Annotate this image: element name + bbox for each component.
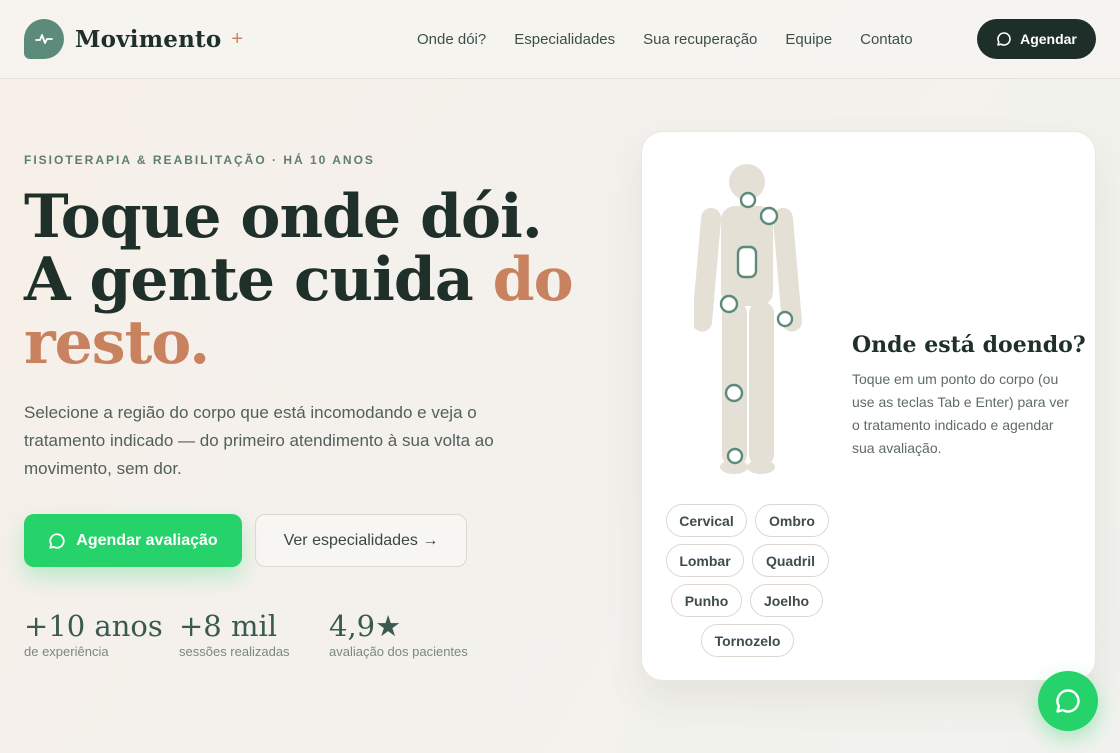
main-nav: Onde dói? Especialidades Sua recuperação…: [417, 31, 941, 48]
pulse-icon: [24, 19, 64, 59]
stat-experiencia: +10 anos de experiência: [24, 608, 163, 659]
stat-label: avaliação dos pacientes: [329, 644, 468, 659]
nav-equipe[interactable]: Equipe: [785, 31, 832, 48]
chat-bubble-icon: [997, 32, 1011, 46]
stat-sessoes: +8 mil sessões realizadas: [179, 608, 290, 659]
point-cervical[interactable]: [739, 191, 757, 209]
stat-label: de experiência: [24, 644, 109, 659]
brand-name: Movimento: [75, 25, 222, 53]
agendar-avaliacao-label: Agendar avaliação: [76, 531, 218, 549]
chat-bubble-icon: [49, 532, 65, 549]
stat-avaliacao: 4,9★ avaliação dos pacientes: [329, 608, 468, 659]
chip-quadril[interactable]: Quadril: [752, 544, 829, 577]
hero-title-line2: A gente cuida: [24, 245, 493, 315]
chip-joelho[interactable]: Joelho: [750, 584, 823, 617]
hero-lead: Selecione a região do corpo que está inc…: [24, 403, 494, 478]
point-lombar[interactable]: [736, 245, 758, 279]
hero-title-line1: Toque onde dói.: [24, 182, 543, 252]
chip-punho[interactable]: Punho: [671, 584, 742, 617]
hero-title: Toque onde dói. A gente cuida do resto.: [24, 186, 584, 375]
brand-plus: +: [231, 27, 244, 50]
site-header: Movimento + Onde dói? Especialidades Sua…: [0, 0, 1120, 79]
chat-bubble-icon: [1056, 689, 1080, 713]
stat-value: +10 anos: [24, 609, 163, 643]
hero-eyebrow: FISIOTERAPIA & REABILITAÇÃO · HÁ 10 ANOS: [24, 153, 375, 167]
chip-lombar[interactable]: Lombar: [666, 544, 744, 577]
card-title: Onde está doendo?: [852, 332, 1086, 358]
chip-ombro[interactable]: Ombro: [755, 504, 829, 537]
nav-sua-recuperacao[interactable]: Sua recuperação: [643, 31, 757, 48]
chip-tornozelo[interactable]: Tornozelo: [701, 624, 794, 657]
stat-value: 4,9★: [329, 609, 402, 643]
nav-onde-doi[interactable]: Onde dói?: [417, 31, 486, 48]
point-joelho[interactable]: [724, 383, 744, 403]
point-ombro[interactable]: [759, 206, 779, 226]
chip-cervical[interactable]: Cervical: [666, 504, 747, 537]
stat-value: +8 mil: [179, 609, 278, 643]
brand-logo[interactable]: Movimento +: [24, 19, 243, 59]
card-text: Toque em um ponto do corpo (ou use as te…: [852, 371, 1069, 456]
ver-especialidades-button[interactable]: Ver especialidades →: [255, 514, 467, 567]
point-tornozelo[interactable]: [726, 447, 744, 465]
body-map-card: Onde está doendo? Toque em um ponto do c…: [641, 131, 1096, 681]
point-punho[interactable]: [776, 310, 794, 328]
stat-label: sessões realizadas: [179, 644, 290, 659]
point-quadril[interactable]: [719, 294, 739, 314]
body-figure: [694, 164, 802, 474]
whatsapp-chat-button[interactable]: [1038, 671, 1098, 731]
header-agendar-button[interactable]: Agendar: [977, 19, 1096, 59]
nav-contato[interactable]: Contato: [860, 31, 913, 48]
agendar-avaliacao-button[interactable]: Agendar avaliação: [24, 514, 242, 567]
header-agendar-label: Agendar: [1020, 31, 1077, 47]
nav-especialidades[interactable]: Especialidades: [514, 31, 615, 48]
